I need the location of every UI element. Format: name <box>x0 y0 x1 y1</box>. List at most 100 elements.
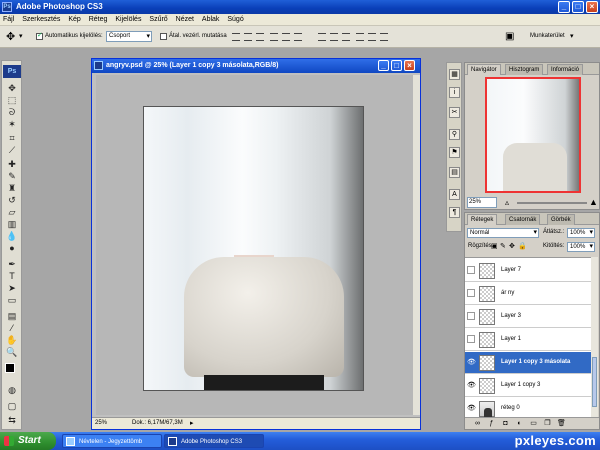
tab-navigator[interactable]: Navigátor <box>467 64 501 75</box>
layer-visibility-toggle[interactable] <box>467 266 475 274</box>
layers-scroll-thumb[interactable] <box>592 357 597 407</box>
layer-row[interactable]: Layer 7 <box>465 260 591 282</box>
canvas-image[interactable] <box>143 106 364 391</box>
foreground-color-swatch[interactable] <box>5 363 15 373</box>
menu-view[interactable]: Nézet <box>173 14 197 23</box>
marquee-tool-icon[interactable]: ⬚ <box>5 95 19 106</box>
info-dock-icon[interactable]: i <box>449 87 460 98</box>
align-hcenter-icon[interactable] <box>282 33 290 41</box>
tool-preset-dropdown-icon[interactable]: ▾ <box>19 32 23 40</box>
document-info[interactable]: Dok.: 6,17M/67,3M <box>132 420 183 426</box>
menu-file[interactable]: Fájl <box>0 14 17 23</box>
auto-select-checkbox[interactable] <box>36 31 43 40</box>
zoom-in-icon[interactable]: ▲ <box>589 197 598 207</box>
canvas-area[interactable] <box>96 75 418 415</box>
layer-visibility-toggle[interactable] <box>467 335 475 343</box>
distribute-bottom-icon[interactable] <box>342 33 350 41</box>
tab-channels[interactable]: Csatornák <box>505 214 541 225</box>
menu-select[interactable]: Kijelölés <box>112 14 144 23</box>
layer-style-icon[interactable]: ƒ <box>487 420 496 428</box>
hand-tool-icon[interactable]: ✋ <box>5 335 19 346</box>
app-title-bar[interactable]: Ps Adobe Photoshop CS3 _ □ × <box>0 0 600 14</box>
distribute-left-icon[interactable] <box>356 33 364 41</box>
align-vcenter-icon[interactable] <box>244 33 252 41</box>
layer-row-selected[interactable]: 👁 Layer 1 copy 3 másolata <box>465 352 591 374</box>
lasso-tool-icon[interactable]: ᘐ <box>5 107 19 118</box>
lock-all-icon[interactable]: 🔒 <box>518 242 527 250</box>
slice-tool-icon[interactable]: ⟋ <box>5 145 19 156</box>
status-menu-icon[interactable]: ▸ <box>190 419 194 427</box>
tab-layers[interactable]: Rétegek <box>467 214 498 225</box>
document-title-bar[interactable]: angryv.psd @ 25% (Layer 1 copy 3 másolat… <box>92 59 420 73</box>
imageready-icon[interactable]: ⇆ <box>5 415 19 426</box>
close-button[interactable]: × <box>586 1 598 13</box>
document-zoom[interactable]: 25% <box>95 420 107 426</box>
menu-image[interactable]: Kép <box>65 14 83 23</box>
align-bottom-icon[interactable] <box>256 33 264 41</box>
screen-mode-icon[interactable]: ▢ <box>5 401 19 412</box>
history-brush-icon[interactable]: ↺ <box>5 195 19 206</box>
eye-icon[interactable]: 👁 <box>467 382 476 389</box>
layer-visibility-toggle[interactable] <box>467 312 475 320</box>
layer-visibility-toggle[interactable] <box>467 289 475 297</box>
document-scrollbar[interactable] <box>413 75 420 415</box>
blend-mode-dropdown[interactable]: Normál <box>467 228 539 238</box>
new-layer-icon[interactable]: ❐ <box>543 420 552 428</box>
auto-select-dropdown[interactable]: Csoport <box>106 31 152 42</box>
taskbar-item-photoshop[interactable]: Adobe Photoshop CS3 <box>164 434 264 448</box>
layers-scrollbar[interactable] <box>591 257 598 417</box>
layer-row[interactable]: 👁 Layer 1 copy 3 <box>465 375 591 397</box>
lock-transparency-icon[interactable]: ▣ <box>491 242 498 250</box>
gradient-tool-icon[interactable]: ▥ <box>5 219 19 230</box>
delete-layer-icon[interactable]: 🗑 <box>557 420 566 428</box>
magic-wand-tool-icon[interactable]: ✶ <box>5 119 19 130</box>
type-tool-icon[interactable]: T <box>5 271 19 282</box>
healing-brush-icon[interactable]: ✚ <box>5 159 19 170</box>
layer-row[interactable]: 👁 réteg 0 <box>465 398 591 417</box>
menu-help[interactable]: Súgó <box>224 14 246 23</box>
workspace-dropdown-icon[interactable]: ▾ <box>570 32 574 40</box>
shape-tool-icon[interactable]: ▭ <box>5 295 19 306</box>
clone-stamp-icon[interactable]: ♜ <box>5 183 19 194</box>
tools-dock-icon[interactable]: ✂ <box>449 107 460 118</box>
start-button[interactable]: Start <box>0 432 56 450</box>
history-dock-icon[interactable]: ▤ <box>449 167 460 178</box>
dodge-tool-icon[interactable]: ● <box>5 243 19 254</box>
blur-tool-icon[interactable]: 💧 <box>5 231 19 242</box>
character-dock-icon[interactable]: A <box>449 189 460 200</box>
notes-tool-icon[interactable]: ▤ <box>5 311 19 322</box>
distribute-top-icon[interactable] <box>318 33 326 41</box>
maximize-button[interactable]: □ <box>572 1 584 13</box>
paragraph-dock-icon[interactable]: ¶ <box>449 207 460 218</box>
pen-tool-icon[interactable]: ✒ <box>5 259 19 270</box>
eye-icon[interactable]: 👁 <box>467 405 476 412</box>
document-window[interactable]: angryv.psd @ 25% (Layer 1 copy 3 másolat… <box>91 58 421 430</box>
menu-edit[interactable]: Szerkesztés <box>19 14 63 23</box>
navigator-zoom-field[interactable]: 25% <box>467 197 497 208</box>
navigator-zoom-slider[interactable] <box>517 202 587 204</box>
eraser-tool-icon[interactable]: ▱ <box>5 207 19 218</box>
new-group-icon[interactable]: ▭ <box>529 420 538 428</box>
workspace-icon[interactable]: ▣ <box>505 31 514 42</box>
eyedropper-tool-icon[interactable]: ⁄ <box>5 323 19 334</box>
quick-mask-icon[interactable]: ◍ <box>5 385 19 396</box>
navigator-thumbnail[interactable] <box>485 77 581 193</box>
crop-tool-icon[interactable]: ⌗ <box>5 133 19 144</box>
menu-layer[interactable]: Réteg <box>86 14 111 23</box>
doc-close-button[interactable]: × <box>404 60 415 71</box>
lock-position-icon[interactable]: ✥ <box>509 242 515 250</box>
opacity-field[interactable]: 100% <box>567 228 595 238</box>
navigator-dock-icon[interactable]: ▦ <box>449 69 460 80</box>
distribute-vcenter-icon[interactable] <box>330 33 338 41</box>
zoom-tool-icon[interactable]: 🔍 <box>5 347 19 358</box>
tab-info[interactable]: Információ <box>547 64 584 75</box>
align-top-icon[interactable] <box>232 33 240 41</box>
doc-minimize-button[interactable]: _ <box>378 60 389 71</box>
layer-row[interactable]: Layer 3 <box>465 306 591 328</box>
transform-controls-checkbox[interactable] <box>160 33 167 40</box>
menu-filter[interactable]: Szűrő <box>146 14 170 23</box>
zoom-out-icon[interactable]: ▵ <box>505 198 509 207</box>
brush-dock-icon[interactable]: ⚲ <box>449 129 460 140</box>
tab-histogram[interactable]: Hisztogram <box>505 64 544 75</box>
move-tool-icon[interactable]: ✥ <box>5 83 19 94</box>
